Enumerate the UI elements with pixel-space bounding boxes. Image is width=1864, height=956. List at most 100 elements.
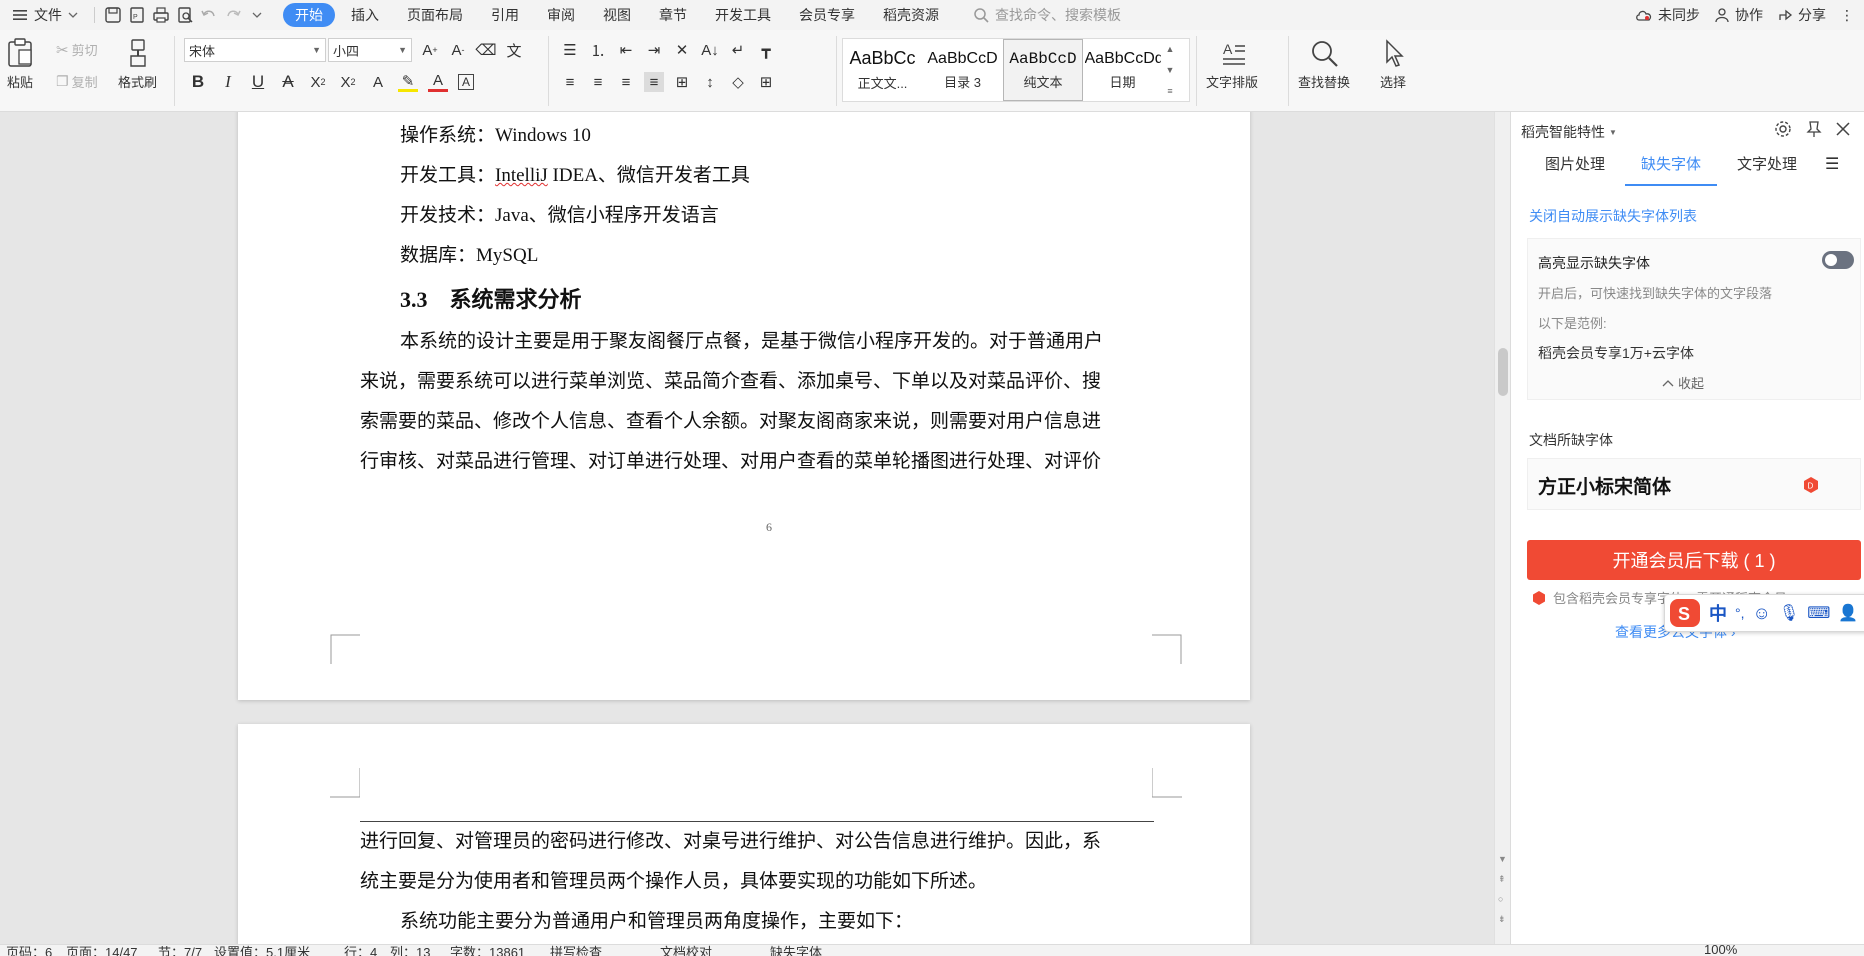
style-toc-3[interactable]: AaBbCcD 目录 3 <box>923 39 1003 101</box>
punctuation-icon[interactable]: °, <box>1735 605 1745 621</box>
next-page-icon[interactable]: ⇟ <box>1498 914 1506 925</box>
close-auto-show-link[interactable]: 关闭自动展示缺失字体列表 <box>1529 206 1697 226</box>
superscript-icon[interactable]: X2 <box>308 72 328 92</box>
increase-font-size-icon[interactable]: A + <box>420 40 440 60</box>
spelling-error[interactable]: IntelliJ <box>495 165 548 186</box>
close-icon[interactable] <box>1836 122 1850 136</box>
status-missing-font[interactable]: 缺失字体 <box>770 945 822 956</box>
highlight-toggle[interactable] <box>1822 251 1854 269</box>
chinese-layout-icon[interactable]: ✕ <box>672 40 692 60</box>
sort-icon[interactable]: A↓ <box>700 40 720 60</box>
document-area[interactable]: 操作系统：Windows 10 开发工具：IntelliJ IDEA、微信开发者… <box>0 112 1494 944</box>
status-spellcheck[interactable]: 拼写检查 <box>550 945 602 956</box>
tab-chapter[interactable]: 章节 <box>647 3 699 27</box>
find-replace-button[interactable]: 查找替换 <box>1298 38 1350 91</box>
paragraph-marks-icon[interactable]: ↵ <box>728 40 748 60</box>
distributed-icon[interactable]: ⊞ <box>672 72 692 92</box>
chevron-down-icon[interactable]: ▼ <box>1498 854 1507 864</box>
ime-toolbar[interactable]: S 中 °, ☺ 🎙 ⌨ 👤 <box>1664 594 1864 632</box>
document-page[interactable]: 进行回复、对管理员的密码进行修改、对桌号进行维护、对公告信息进行维护。因此，系 … <box>238 724 1250 944</box>
tab-page-layout[interactable]: 页面布局 <box>395 3 475 27</box>
borders-icon[interactable]: ⊞ <box>756 72 776 92</box>
tab-developer[interactable]: 开发工具 <box>703 3 783 27</box>
export-pdf-icon[interactable]: P <box>125 3 149 27</box>
style-normal-text[interactable]: AaBbCc 正文文... <box>843 39 923 101</box>
select-browse-object-icon[interactable]: ○ <box>1498 894 1503 904</box>
tab-docer-resources[interactable]: 稻壳资源 <box>871 3 951 27</box>
line-spacing-icon[interactable]: ↕ <box>700 72 720 92</box>
document-page[interactable]: 操作系统：Windows 10 开发工具：IntelliJ IDEA、微信开发者… <box>238 112 1250 700</box>
user-icon[interactable]: 👤 <box>1838 603 1858 623</box>
download-button[interactable]: 开通会员后下载 ( 1 ) <box>1527 540 1861 580</box>
align-center-icon[interactable]: ≡ <box>588 72 608 92</box>
settings-gear-icon[interactable] <box>1774 120 1792 138</box>
underline-icon[interactable]: U <box>248 72 268 92</box>
decrease-indent-icon[interactable]: ⇤ <box>616 40 636 60</box>
clear-formatting-icon[interactable]: ⌫ <box>475 40 496 60</box>
styles-scroll[interactable]: ▲ ▼ ≡ <box>1163 39 1177 101</box>
justify-icon[interactable]: ≡ <box>644 72 664 92</box>
subscript-icon[interactable]: X2 <box>338 72 358 92</box>
font-color-icon[interactable]: A <box>428 72 448 92</box>
tab-view[interactable]: 视图 <box>591 3 643 27</box>
panel-tab-missing-fonts[interactable]: 缺失字体 <box>1625 154 1718 186</box>
bullet-list-icon[interactable]: ☰ <box>560 40 580 60</box>
character-border-icon[interactable]: A <box>458 74 474 90</box>
microphone-icon[interactable]: 🎙 <box>1779 603 1799 623</box>
phonetic-guide-icon[interactable]: 文 <box>504 40 524 60</box>
panel-tab-text[interactable]: 文字处理 <box>1721 154 1813 186</box>
decrease-font-size-icon[interactable]: A- <box>448 40 468 60</box>
scrollbar-thumb[interactable] <box>1498 348 1508 396</box>
increase-indent-icon[interactable]: ⇥ <box>644 40 664 60</box>
more-options-icon[interactable]: ⋮ <box>1840 7 1854 24</box>
previous-page-icon[interactable]: ⇞ <box>1498 874 1506 885</box>
status-zoom[interactable]: 100% <box>1704 945 1737 956</box>
shading-icon[interactable]: ◇ <box>728 72 748 92</box>
print-icon[interactable] <box>149 3 173 27</box>
pin-icon[interactable] <box>1806 120 1822 138</box>
tab-stops-icon[interactable]: ┳ <box>756 40 776 60</box>
tab-home[interactable]: 开始 <box>283 3 335 27</box>
cut-button[interactable]: ✂ 剪切 <box>56 40 98 59</box>
sync-status[interactable]: 未同步 <box>1635 5 1700 25</box>
ime-mode-label[interactable]: 中 <box>1709 600 1727 626</box>
status-doc-check[interactable]: 文档校对 <box>660 945 712 956</box>
align-right-icon[interactable]: ≡ <box>616 72 636 92</box>
format-painter-button[interactable]: 格式刷 <box>118 38 157 91</box>
panel-tab-image[interactable]: 图片处理 <box>1529 154 1621 186</box>
paste-button[interactable]: 粘贴 <box>6 38 34 91</box>
style-plain-text[interactable]: AaBbCcD 纯文本 <box>1003 39 1083 101</box>
strikethrough-icon[interactable]: A <box>278 72 298 92</box>
bold-icon[interactable]: B <box>188 72 208 92</box>
emoji-icon[interactable]: ☺ <box>1753 603 1771 624</box>
highlight-icon[interactable]: ✎ <box>398 72 418 92</box>
share-button[interactable]: 分享 <box>1777 5 1826 25</box>
keyboard-icon[interactable]: ⌨ <box>1807 603 1830 623</box>
style-date[interactable]: AaBbCcDd 日期 <box>1083 39 1163 101</box>
copy-button[interactable]: ❐ 复制 <box>56 72 98 91</box>
status-wordcount[interactable]: 字数：13861 <box>450 945 525 956</box>
font-size-dropdown[interactable]: 小四 ▼ <box>328 38 412 62</box>
missing-font-item[interactable]: 方正小标宋简体 D <box>1527 458 1861 510</box>
undo-icon[interactable] <box>197 3 221 27</box>
save-icon[interactable] <box>101 3 125 27</box>
tab-insert[interactable]: 插入 <box>339 3 391 27</box>
command-search[interactable]: 查找命令、搜索模板 <box>973 5 1121 25</box>
print-preview-icon[interactable] <box>173 3 197 27</box>
quick-access-more-icon[interactable] <box>245 3 269 27</box>
tab-review[interactable]: 审阅 <box>535 3 587 27</box>
tab-references[interactable]: 引用 <box>479 3 531 27</box>
panel-title[interactable]: 稻壳智能特性 ▼ <box>1521 122 1617 142</box>
file-menu[interactable]: 文件 <box>0 5 88 25</box>
italic-icon[interactable]: I <box>218 72 238 92</box>
align-left-icon[interactable]: ≡ <box>560 72 580 92</box>
text-layout-button[interactable]: A 文字排版 <box>1206 38 1258 91</box>
vertical-scrollbar[interactable]: ▼ ⇞ ○ ⇟ <box>1494 112 1510 944</box>
numbered-list-icon[interactable]: ⒈ <box>588 40 608 60</box>
panel-menu-icon[interactable]: ☰ <box>1817 154 1847 186</box>
text-effects-icon[interactable]: A <box>368 72 388 92</box>
font-name-dropdown[interactable]: 宋体 ▼ <box>184 38 326 62</box>
tab-member[interactable]: 会员专享 <box>787 3 867 27</box>
collaborate-button[interactable]: 协作 <box>1714 5 1763 25</box>
redo-icon[interactable] <box>221 3 245 27</box>
